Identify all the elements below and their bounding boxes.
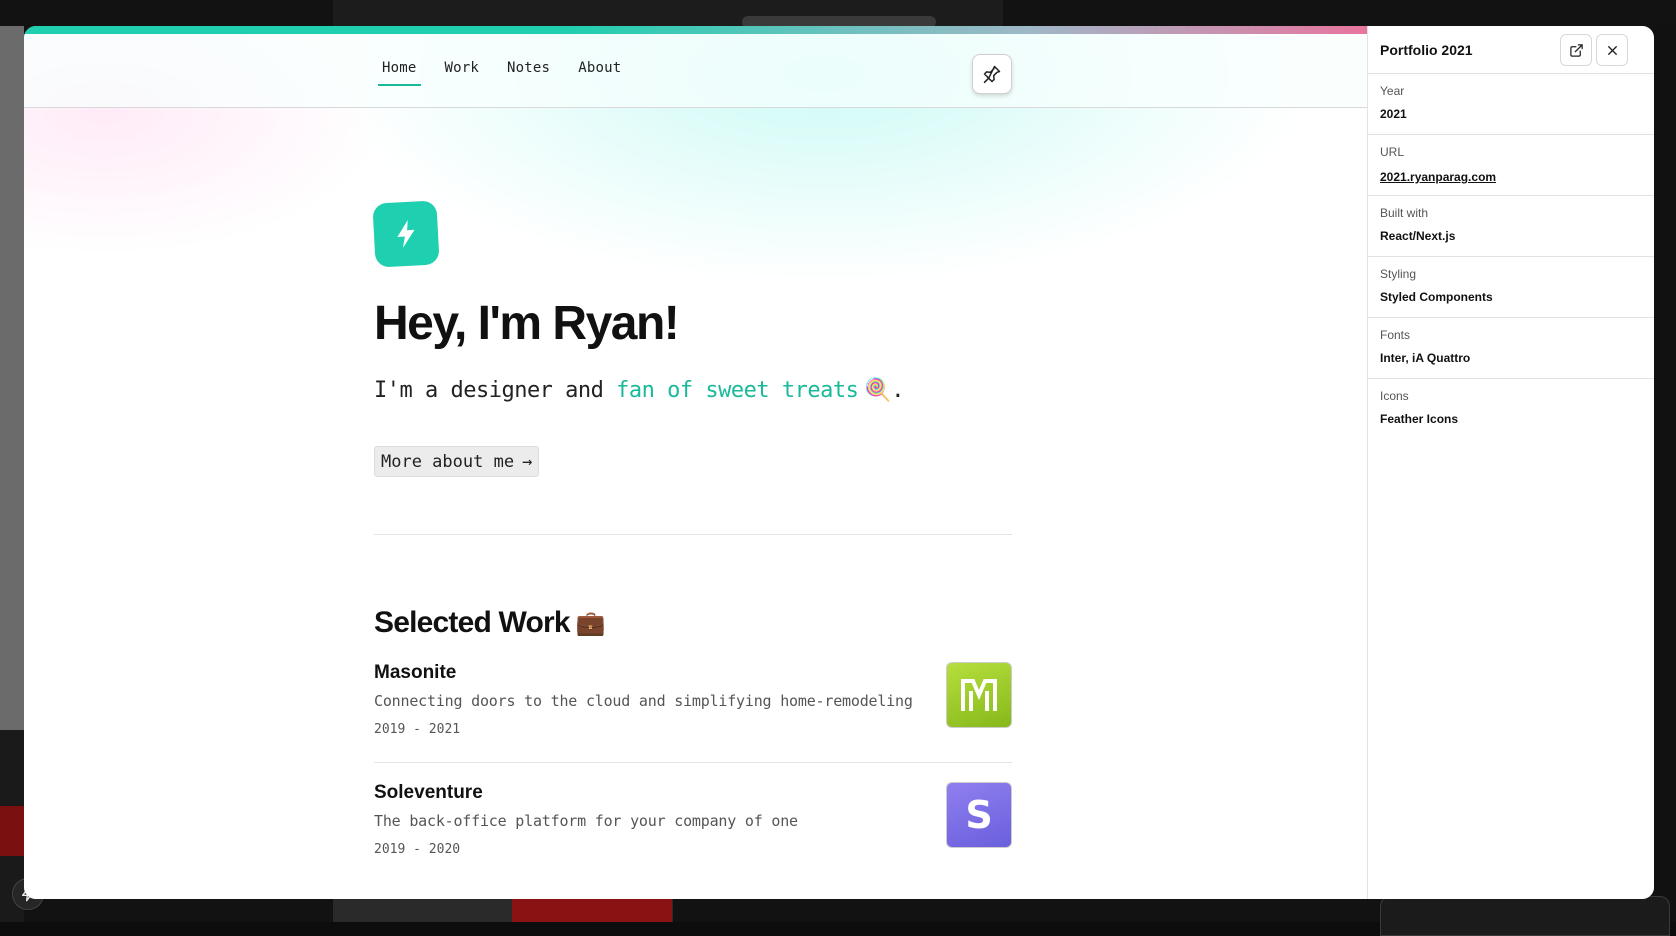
- nav-notes[interactable]: Notes: [503, 56, 554, 86]
- work-years: 2019 - 2021: [374, 722, 460, 737]
- pin-icon: [982, 64, 1002, 84]
- arrow-right-icon: →: [522, 452, 532, 472]
- work-description: The back-office platform for your compan…: [374, 812, 798, 830]
- panel-value: 2021: [1380, 107, 1642, 121]
- external-link-icon: [1569, 43, 1584, 58]
- panel-row-icons: Icons Feather Icons: [1368, 379, 1654, 440]
- panel-value: Inter, iA Quattro: [1380, 351, 1642, 365]
- panel-value: Feather Icons: [1380, 412, 1642, 426]
- more-about-me-label: More about me: [381, 452, 514, 472]
- panel-row-styling: Styling Styled Components: [1368, 257, 1654, 318]
- work-thumb-masonite: [946, 662, 1012, 728]
- soleventure-s-icon: S: [965, 793, 992, 837]
- selected-work-title: Selected Work 💼: [374, 606, 605, 640]
- subtitle-prefix: I'm a designer and: [374, 378, 616, 403]
- subtitle-accent-link[interactable]: fan of sweet treats: [616, 378, 858, 403]
- work-description: Connecting doors to the cloud and simpli…: [374, 692, 913, 710]
- panel-title: Portfolio 2021: [1380, 42, 1473, 58]
- panel-row-built-with: Built with React/Next.js: [1368, 196, 1654, 257]
- nav-home[interactable]: Home: [378, 56, 421, 86]
- panel-label: Icons: [1380, 389, 1642, 403]
- close-button[interactable]: [1596, 34, 1628, 66]
- panel-row-fonts: Fonts Inter, iA Quattro: [1368, 318, 1654, 379]
- bolt-logo-icon: [390, 216, 422, 252]
- nav-about[interactable]: About: [574, 56, 625, 86]
- background-right-edge: [1654, 26, 1676, 922]
- panel-url-link[interactable]: 2021.ryanparag.com: [1380, 170, 1496, 184]
- panel-row-url: URL 2021.ryanparag.com: [1368, 135, 1654, 196]
- background-toast: [1380, 896, 1670, 936]
- panel-label: Fonts: [1380, 328, 1642, 342]
- section-divider: [374, 534, 1012, 535]
- work-item-soleventure[interactable]: Soleventure The back-office platform for…: [374, 782, 1012, 892]
- work-separator: [374, 762, 1012, 763]
- nav-work[interactable]: Work: [441, 56, 484, 86]
- work-thumb-soleventure: S: [946, 782, 1012, 848]
- panel-label: Built with: [1380, 206, 1642, 220]
- open-external-button[interactable]: [1560, 34, 1592, 66]
- work-years: 2019 - 2020: [374, 842, 460, 857]
- background-red-block: [0, 806, 24, 856]
- nav-list: Home Work Notes About: [378, 56, 625, 86]
- panel-label: Year: [1380, 84, 1642, 98]
- briefcase-emoji: 💼: [576, 609, 605, 638]
- subtitle-suffix: .: [891, 378, 904, 403]
- work-item-masonite[interactable]: Masonite Connecting doors to the cloud a…: [374, 662, 1012, 772]
- site-preview: Home Work Notes About Hey, I'm Ryan! I'm…: [24, 34, 1367, 899]
- more-about-me-button[interactable]: More about me →: [374, 446, 539, 477]
- site-nav: Home Work Notes About: [24, 34, 1367, 108]
- pin-button[interactable]: [972, 54, 1012, 94]
- preview-modal: Home Work Notes About Hey, I'm Ryan! I'm…: [24, 26, 1654, 899]
- panel-value: Styled Components: [1380, 290, 1642, 304]
- background-bottom-red: [512, 898, 672, 922]
- lollipop-emoji: 🍭: [864, 378, 891, 403]
- panel-label: URL: [1380, 145, 1642, 159]
- logo: [372, 200, 439, 267]
- work-name: Masonite: [374, 662, 456, 684]
- masonite-m-icon: [959, 677, 999, 713]
- panel-value: React/Next.js: [1380, 229, 1642, 243]
- panel-label: Styling: [1380, 267, 1642, 281]
- hero-subtitle: I'm a designer and fan of sweet treats🍭.: [374, 378, 904, 403]
- hero-title: Hey, I'm Ryan!: [374, 296, 678, 351]
- work-name: Soleventure: [374, 782, 483, 804]
- close-icon: [1605, 43, 1620, 58]
- panel-row-year: Year 2021: [1368, 74, 1654, 135]
- info-panel: Portfolio 2021 Year 2021 URL 2021.ryanpa…: [1367, 26, 1654, 899]
- selected-work-label: Selected Work: [374, 606, 570, 640]
- panel-header: Portfolio 2021: [1368, 26, 1654, 74]
- gradient-bar: [24, 26, 1367, 34]
